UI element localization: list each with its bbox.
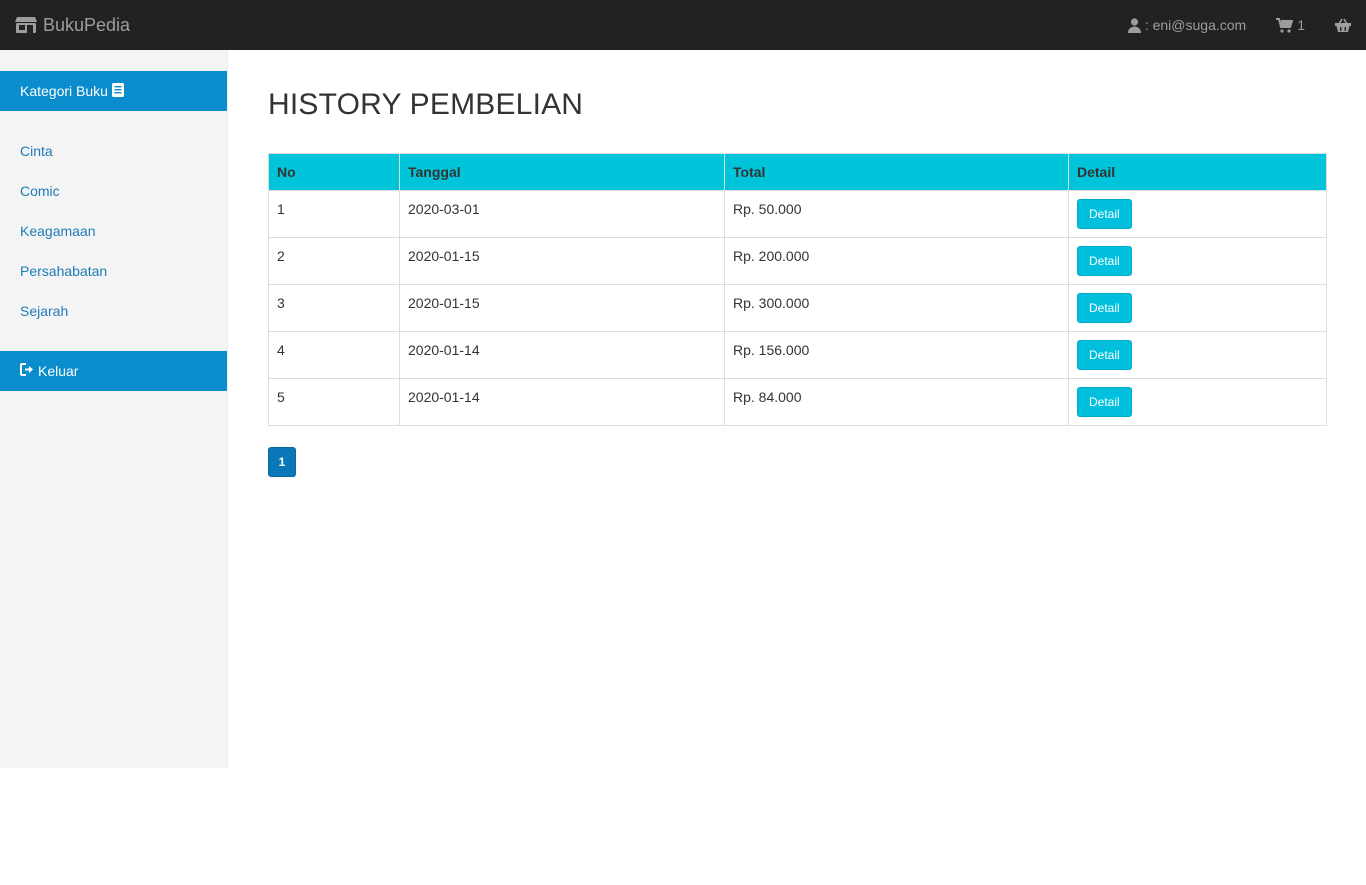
cell-no: 4 <box>268 331 400 379</box>
table-row: 4 2020-01-14 Rp. 156.000 Detail <box>268 331 1327 379</box>
cell-total: Rp. 156.000 <box>724 331 1069 379</box>
cell-no: 1 <box>268 190 400 238</box>
cell-detail: Detail <box>1068 378 1327 426</box>
cell-detail: Detail <box>1068 237 1327 285</box>
cell-total: Rp. 300.000 <box>724 284 1069 332</box>
cell-tanggal: 2020-01-15 <box>399 284 725 332</box>
basket-link[interactable] <box>1320 0 1366 50</box>
cell-detail: Detail <box>1068 190 1327 238</box>
detail-button[interactable]: Detail <box>1077 340 1132 370</box>
page-title: HISTORY PEMBELIAN <box>268 88 584 121</box>
sidebar-header-label: Kategori Buku <box>20 83 108 99</box>
user-menu[interactable]: : eni@suga.com <box>1113 0 1261 50</box>
detail-button[interactable]: Detail <box>1077 199 1132 229</box>
sidebar-item-cinta[interactable]: Cinta <box>20 141 53 161</box>
cart-count: 1 <box>1297 17 1305 33</box>
brand-link[interactable]: BukuPedia <box>15 0 130 50</box>
cell-tanggal: 2020-01-14 <box>399 331 725 379</box>
logout-label: Keluar <box>38 363 79 379</box>
logout-button[interactable]: Keluar <box>0 351 227 391</box>
table-row: 1 2020-03-01 Rp. 50.000 Detail <box>268 190 1327 238</box>
top-navbar: BukuPedia : eni@suga.com 1 <box>0 0 1366 50</box>
cell-no: 3 <box>268 284 400 332</box>
sidebar-item-comic[interactable]: Comic <box>20 181 60 201</box>
pagination-page-1[interactable]: 1 <box>268 447 296 477</box>
user-email: : eni@suga.com <box>1144 17 1247 33</box>
cart-icon <box>1276 17 1294 33</box>
basket-icon <box>1335 18 1351 32</box>
cell-tanggal: 2020-01-14 <box>399 378 725 426</box>
column-header-no: No <box>268 153 400 191</box>
sidebar-item-persahabatan[interactable]: Persahabatan <box>20 261 107 281</box>
table-row: 3 2020-01-15 Rp. 300.000 Detail <box>268 284 1327 332</box>
table-header-row: No Tanggal Total Detail <box>268 153 1327 191</box>
sign-out-icon <box>20 363 34 379</box>
book-icon <box>111 82 124 100</box>
detail-button[interactable]: Detail <box>1077 293 1132 323</box>
detail-button[interactable]: Detail <box>1077 387 1132 417</box>
cell-tanggal: 2020-01-15 <box>399 237 725 285</box>
navbar-right: : eni@suga.com 1 <box>1113 0 1366 50</box>
cell-detail: Detail <box>1068 331 1327 379</box>
cell-total: Rp. 50.000 <box>724 190 1069 238</box>
history-table: No Tanggal Total Detail 1 2020-03-01 Rp.… <box>268 153 1327 426</box>
cell-detail: Detail <box>1068 284 1327 332</box>
brand-name: BukuPedia <box>43 14 131 35</box>
table-row: 2 2020-01-15 Rp. 200.000 Detail <box>268 237 1327 285</box>
column-header-detail: Detail <box>1068 153 1327 191</box>
column-header-total: Total <box>724 153 1069 191</box>
cart-link[interactable]: 1 <box>1261 0 1320 50</box>
user-icon <box>1127 17 1141 33</box>
cell-no: 2 <box>268 237 400 285</box>
column-header-tanggal: Tanggal <box>399 153 725 191</box>
cell-tanggal: 2020-03-01 <box>399 190 725 238</box>
cell-total: Rp. 200.000 <box>724 237 1069 285</box>
sidebar: Kategori Buku Cinta Comic Keagamaan Pers… <box>0 50 228 768</box>
cell-no: 5 <box>268 378 400 426</box>
sidebar-header-kategori: Kategori Buku <box>0 71 227 111</box>
table-row: 5 2020-01-14 Rp. 84.000 Detail <box>268 378 1327 426</box>
cell-total: Rp. 84.000 <box>724 378 1069 426</box>
detail-button[interactable]: Detail <box>1077 246 1132 276</box>
store-icon <box>15 16 37 34</box>
sidebar-item-keagamaan[interactable]: Keagamaan <box>20 221 96 241</box>
sidebar-item-sejarah[interactable]: Sejarah <box>20 301 68 321</box>
